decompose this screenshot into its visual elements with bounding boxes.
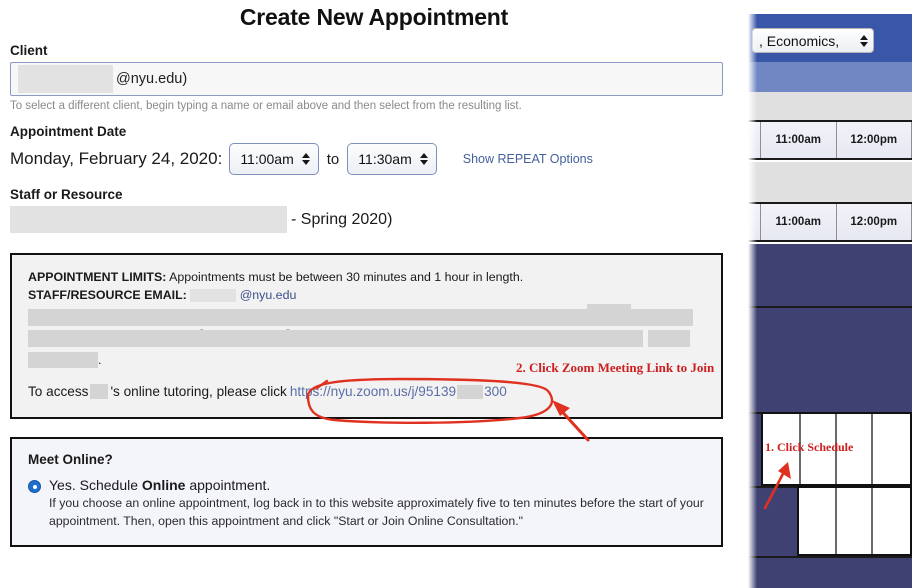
chevron-updown-icon [302, 150, 311, 168]
staff-email-redaction [190, 289, 237, 303]
subject-filter-value: , Economics, [759, 32, 840, 49]
to-label: to [326, 150, 340, 168]
start-time-select[interactable]: 11:00am [229, 143, 319, 175]
staff-name-redaction [10, 206, 287, 233]
annotation-1-label: 1. Click Schedule [765, 440, 854, 454]
access-middle-text: 's online tutoring, please click [110, 384, 287, 400]
redaction-bar [587, 303, 631, 310]
annotation-2-label: 2. Click Zoom Meeting Link to Join [516, 360, 715, 375]
calendar-gray-band-1 [748, 92, 912, 120]
subject-filter-select[interactable]: , Economics, [752, 28, 874, 53]
show-repeat-options-link[interactable]: Show REPEAT Options [463, 152, 593, 166]
client-name-redaction [18, 65, 113, 93]
appointment-date-row: Monday, February 24, 2020: 11:00am to 11… [10, 143, 738, 175]
meet-online-option-label: Yes. Schedule Online appointment. [49, 477, 705, 493]
end-time-select[interactable]: 11:30am [347, 143, 437, 175]
chevron-updown-icon [420, 150, 429, 168]
meet-online-description: If you choose an online appointment, log… [49, 496, 704, 529]
staff-or-resource-label: Staff or Resource [10, 187, 123, 202]
calendar-row-divider [748, 306, 912, 308]
radio-selected-icon[interactable] [28, 480, 41, 494]
create-appointment-modal: Create New Appointment Client @nyu.edu) … [0, 0, 748, 588]
calendar-open-slot-row-2[interactable] [797, 486, 912, 556]
option-bold: Online [141, 477, 186, 494]
calendar-column-divider [871, 488, 873, 554]
appointment-date-text: Monday, February 24, 2020: [10, 149, 223, 168]
calendar-row-divider [748, 556, 912, 558]
calendar-time-header-row-2: 11:00am 12:00pm [748, 202, 912, 242]
staff-email-line: STAFF/RESOURCE EMAIL: @nyu.edu [28, 287, 705, 305]
redaction-bar [28, 351, 98, 368]
start-time-value: 11:00am [240, 151, 294, 167]
redaction-bar [28, 330, 643, 348]
option-prefix: Yes. Schedule [49, 477, 142, 494]
staff-or-resource-value: - Spring 2020) [10, 206, 738, 233]
appointment-limits-label: APPOINTMENT LIMITS: [28, 270, 167, 284]
meet-online-yes-option[interactable]: Yes. Schedule Online appointment. If you… [28, 477, 705, 531]
option-suffix: appointment. [185, 477, 271, 494]
calendar-time-cell[interactable]: 12:00pm [836, 122, 912, 158]
end-time-value: 11:30am [358, 151, 412, 167]
zoom-url-prefix: https://nyu.zoom.us/j/95139 [289, 383, 457, 399]
zoom-url-redaction [457, 385, 484, 400]
calendar-column-divider [835, 488, 837, 554]
redacted-paragraph-line-2 [28, 330, 705, 348]
calendar-time-header-row-1: 11:00am 12:00pm [748, 120, 912, 160]
meet-online-title: Meet Online? [28, 452, 113, 468]
calendar-time-cell[interactable]: 11:00am [761, 204, 837, 240]
access-prefix-text: To access [28, 384, 89, 400]
calendar-subheader-band [748, 62, 912, 92]
redacted-paragraph-line-1: - , - [28, 303, 705, 336]
appointment-date-label: Appointment Date [10, 124, 127, 139]
appointment-limits-line: APPOINTMENT LIMITS: Appointments must be… [28, 269, 705, 287]
staff-term-tail: - Spring 2020) [291, 210, 393, 228]
client-email-tail: @nyu.edu) [116, 71, 188, 87]
staff-email-domain: @nyu.edu [239, 287, 297, 302]
redaction-bar [28, 309, 693, 327]
client-input[interactable]: @nyu.edu) [10, 62, 723, 96]
zoom-meeting-link[interactable]: https://nyu.zoom.us/j/95139 300 [289, 383, 507, 400]
zoom-access-line: To access 's online tutoring, please cli… [28, 383, 705, 400]
calendar-time-cell[interactable]: 12:00pm [836, 204, 912, 240]
page-title: Create New Appointment [239, 4, 509, 30]
client-label: Client [10, 43, 48, 58]
appointment-limits-box: APPOINTMENT LIMITS: Appointments must be… [10, 253, 723, 420]
redaction-bar [648, 330, 690, 348]
calendar-column-divider [871, 414, 873, 484]
screen: Create New Appointment Client @nyu.edu) … [0, 0, 912, 588]
calendar-gray-band-2 [748, 162, 912, 202]
calendar-time-cell[interactable]: 11:00am [761, 122, 837, 158]
zoom-url-suffix: 300 [484, 383, 507, 399]
staff-email-label: STAFF/RESOURCE EMAIL: [28, 287, 187, 302]
chevron-updown-icon [859, 32, 868, 50]
client-helper-text: To select a different client, begin typi… [10, 100, 522, 112]
calendar-side-panel: , Economics, 11:00am 12:00pm 11:00am 12:… [748, 0, 912, 588]
panel-edge-fade [748, 0, 757, 588]
appointment-limits-text: Appointments must be between 30 minutes … [166, 270, 524, 284]
tutor-name-redaction [90, 384, 109, 400]
meet-online-box: Meet Online? Yes. Schedule Online appoin… [10, 437, 723, 548]
